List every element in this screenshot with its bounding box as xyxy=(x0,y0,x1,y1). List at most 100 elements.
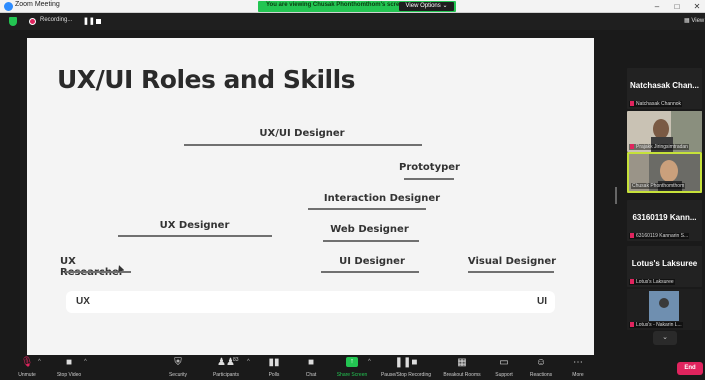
role-interaction-designer: Interaction Designer xyxy=(323,193,441,204)
role-line-visual-designer xyxy=(468,271,554,273)
panel-resize-handle[interactable] xyxy=(615,187,617,204)
reactions-smiley-icon: ☺ xyxy=(535,357,547,368)
pause-stop-recording-label: Pause/Stop Recording xyxy=(380,372,432,378)
participant-tile[interactable]: Natchasak Chan... Natchasak Channok xyxy=(627,68,702,109)
unmute-label: Unmute xyxy=(18,372,36,378)
participant-tile[interactable]: Lotus's Laksuree Lotus's Laksuree xyxy=(627,246,702,287)
stop-recording-icon[interactable] xyxy=(96,19,101,24)
recording-dot-icon xyxy=(29,18,36,25)
spectrum-label-ux: UX xyxy=(76,296,90,307)
security-label: Security xyxy=(168,372,188,378)
role-line-ui-designer xyxy=(321,271,419,273)
polls-label: Polls xyxy=(268,372,280,378)
role-line-interaction-designer xyxy=(308,208,426,210)
role-web-designer: Web Designer xyxy=(330,224,409,235)
participant-tile[interactable]: Lotus's - Nakarin L... xyxy=(627,289,702,330)
pause-stop-icon: ❚❚■ xyxy=(394,357,418,368)
role-ux-researcher: UX Researcher xyxy=(60,256,124,278)
spectrum-label-ui: UI xyxy=(537,296,547,307)
pause-stop-recording-button[interactable]: ❚❚■ Pause/Stop Recording xyxy=(377,355,435,380)
window-title-bar: Zoom Meeting You are viewing Chusak Phon… xyxy=(0,0,705,13)
participant-display-name: Natchasak Chan... xyxy=(630,81,699,90)
pause-recording-icon[interactable]: ❚❚ xyxy=(83,17,95,25)
shield-icon[interactable] xyxy=(9,17,17,26)
participants-button[interactable]: ♟♟ 83 Participants xyxy=(208,355,244,380)
audio-options-caret-icon[interactable]: ^ xyxy=(38,359,41,365)
participant-caption: Lotus's Laksuree xyxy=(636,279,674,285)
participant-tile[interactable]: Prajakk Jiringsimtradan xyxy=(627,111,702,152)
chat-button[interactable]: ■ Chat xyxy=(299,355,323,380)
participant-caption: 63160119 Kannarin S... xyxy=(636,233,689,239)
slide-title: UX/UI Roles and Skills xyxy=(57,65,356,94)
polls-button[interactable]: ▮▮ Polls xyxy=(262,355,286,380)
more-dots-icon: ⋯ xyxy=(573,357,583,368)
view-layout-button[interactable]: ▦ View xyxy=(684,17,704,24)
video-options-caret-icon[interactable]: ^ xyxy=(84,359,87,365)
chevron-down-icon: ⌄ xyxy=(662,334,668,341)
role-line-ux-designer xyxy=(118,235,272,237)
recording-label: Recording... xyxy=(40,17,73,23)
minimize-icon[interactable]: – xyxy=(646,0,668,13)
participants-label: Participants xyxy=(212,372,240,378)
muted-mic-icon xyxy=(630,101,634,107)
role-ux-designer: UX Designer xyxy=(159,220,230,231)
stop-video-label: Stop Video xyxy=(56,372,82,378)
muted-mic-icon xyxy=(630,144,634,150)
share-screen-button[interactable]: ↑ Share Screen xyxy=(334,355,370,380)
breakout-rooms-button[interactable]: ▦ Breakout Rooms xyxy=(440,355,484,380)
role-line-ux-researcher xyxy=(65,271,131,273)
view-layout-label: View xyxy=(691,18,705,24)
reactions-label: Reactions xyxy=(529,372,553,378)
role-visual-designer: Visual Designer xyxy=(467,256,557,267)
participant-caption: Natchasak Channok xyxy=(636,101,682,107)
role-ui-designer: UI Designer xyxy=(339,256,405,267)
recording-bar: Recording... ❚❚ ▦ View xyxy=(0,13,705,30)
muted-mic-icon xyxy=(630,279,634,285)
participant-caption: Prajakk Jiringsimtradan xyxy=(636,144,688,150)
role-prototyper: Prototyper xyxy=(399,162,460,173)
video-camera-icon: ■ xyxy=(65,357,73,368)
maximize-icon[interactable]: □ xyxy=(666,0,688,13)
share-screen-arrow-icon: ↑ xyxy=(346,357,358,367)
support-screen-icon: ▭ xyxy=(499,357,509,368)
share-banner-text: You are viewing Chusak Phonthomthom's sc… xyxy=(266,2,407,8)
more-label: More xyxy=(572,372,584,378)
shared-slide: UX/UI Roles and Skills UX/UI Designer Pr… xyxy=(27,38,594,355)
window-title: Zoom Meeting xyxy=(15,1,60,8)
more-button[interactable]: ⋯ More xyxy=(566,355,590,380)
muted-microphone-icon: 🎙 xyxy=(20,357,34,368)
meeting-toolbar: 🎙 Unmute ^ ■ Stop Video ^ ⛨ Security ♟♟ … xyxy=(0,355,705,380)
participant-caption: Lotus's - Nakarin L... xyxy=(636,322,682,328)
view-options-button[interactable]: View Options ⌄ xyxy=(399,2,454,11)
role-line-ux-ui-designer xyxy=(184,144,422,146)
end-meeting-button[interactable]: End xyxy=(677,362,703,375)
share-options-caret-icon[interactable]: ^ xyxy=(368,359,371,365)
support-button[interactable]: ▭ Support xyxy=(491,355,517,380)
participant-tile-active-speaker[interactable]: Chusak Phonthomthom xyxy=(627,152,702,193)
participants-caret-icon[interactable]: ^ xyxy=(247,359,250,365)
support-label: Support xyxy=(495,372,513,378)
role-line-prototyper xyxy=(404,178,454,180)
role-line-web-designer xyxy=(323,240,419,242)
participant-display-name: 63160119 Kann... xyxy=(632,213,697,222)
chat-bubble-icon: ■ xyxy=(307,357,315,368)
chat-label: Chat xyxy=(305,372,317,378)
ux-ui-spectrum-bar: UX UI xyxy=(66,291,555,313)
participants-gallery: Natchasak Chan... Natchasak Channok Praj… xyxy=(622,30,705,355)
breakout-rooms-label: Breakout Rooms xyxy=(443,372,481,378)
screen-share-banner: You are viewing Chusak Phonthomthom's sc… xyxy=(258,1,456,12)
security-shield-icon: ⛨ xyxy=(174,357,182,368)
stop-video-button[interactable]: ■ Stop Video xyxy=(52,355,86,380)
polls-bar-chart-icon: ▮▮ xyxy=(268,357,280,368)
muted-mic-icon xyxy=(630,322,634,328)
security-button[interactable]: ⛨ Security xyxy=(163,355,193,380)
share-screen-label: Share Screen xyxy=(336,372,368,378)
participant-tile[interactable]: 63160119 Kann... 63160119 Kannarin S... xyxy=(627,200,702,241)
muted-mic-icon xyxy=(630,233,634,239)
participants-count: 83 xyxy=(233,357,239,363)
close-icon[interactable]: ✕ xyxy=(686,0,705,13)
role-ux-ui-designer: UX/UI Designer xyxy=(259,128,345,139)
participant-caption: Chusak Phonthomthom xyxy=(632,183,685,189)
gallery-scroll-down-button[interactable]: ⌄ xyxy=(653,331,677,345)
reactions-button[interactable]: ☺ Reactions xyxy=(526,355,556,380)
